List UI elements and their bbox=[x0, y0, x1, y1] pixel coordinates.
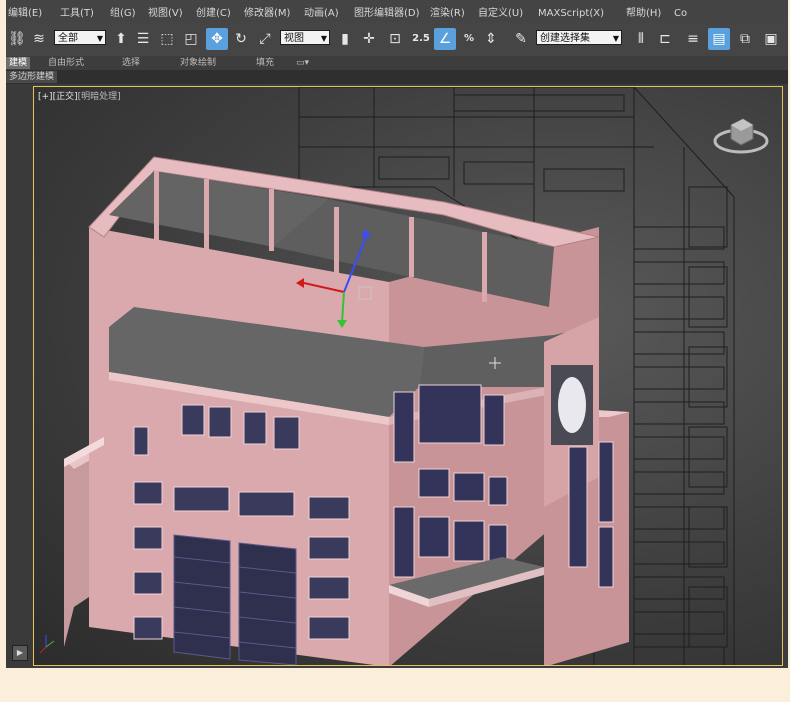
window-crossing-icon[interactable]: ◰ bbox=[180, 28, 202, 50]
select-move-icon[interactable]: ✥ bbox=[206, 28, 228, 50]
angle-snap-icon[interactable]: ∠ bbox=[434, 28, 456, 50]
chevron-down-icon: ▼ bbox=[612, 34, 619, 43]
menu-edit[interactable]: 编辑(E) bbox=[8, 8, 42, 20]
menu-help[interactable]: 帮助(H) bbox=[626, 8, 661, 20]
menu-views[interactable]: 视图(V) bbox=[148, 8, 183, 20]
menu-bar: 编辑(E) 工具(T) 组(G) 视图(V) 创建(C) 修改器(M) 动画(A… bbox=[6, 0, 788, 22]
orthographic-viewport[interactable]: [+][正交][明暗处理] bbox=[33, 86, 783, 666]
select-by-name-icon[interactable]: ☰ bbox=[132, 28, 154, 50]
ribbon-tabs: 建模 自由形式 选择 对象绘制 填充 ▭▾ bbox=[6, 56, 788, 70]
named-selection-dropdown[interactable]: 创建选择集 ▼ bbox=[536, 30, 622, 45]
view-cube-icon bbox=[713, 118, 769, 154]
tab-object-paint[interactable]: 对象绘制 bbox=[180, 57, 216, 69]
rotate-icon[interactable]: ↻ bbox=[230, 28, 252, 50]
menu-create[interactable]: 创建(C) bbox=[196, 8, 231, 20]
axis-tripod-icon bbox=[39, 635, 55, 654]
chevron-down-icon: ▼ bbox=[96, 34, 103, 43]
app-window: 编辑(E) 工具(T) 组(G) 视图(V) 创建(C) 修改器(M) 动画(A… bbox=[6, 0, 788, 668]
play-icon[interactable]: ▶ bbox=[12, 645, 28, 661]
tab-freeform[interactable]: 自由形式 bbox=[48, 57, 84, 69]
menu-graph-editors[interactable]: 图形编辑器(D) bbox=[354, 8, 420, 20]
polygon-modeling-label[interactable]: 多边形建模 bbox=[6, 71, 58, 83]
chevron-down-icon: ▼ bbox=[320, 34, 327, 43]
menu-customize[interactable]: 自定义(U) bbox=[478, 8, 523, 20]
menu-modifiers[interactable]: 修改器(M) bbox=[244, 8, 290, 20]
snap-toggle-icon[interactable]: 2.5 bbox=[410, 28, 432, 50]
viewport-shading-menu[interactable]: [明暗处理] bbox=[78, 92, 121, 102]
menu-group[interactable]: 组(G) bbox=[110, 8, 136, 20]
selection-region-icon[interactable]: ⬚ bbox=[156, 28, 178, 50]
link-icon[interactable]: ⛓ bbox=[6, 28, 28, 50]
viewport-label[interactable]: [+][正交][明暗处理] bbox=[38, 89, 121, 102]
ribbon-toggle-icon[interactable]: ▭▾ bbox=[296, 57, 309, 69]
percent-snap-icon[interactable]: % bbox=[458, 28, 480, 50]
menu-animation[interactable]: 动画(A) bbox=[304, 8, 339, 20]
menu-extra[interactable]: Co bbox=[674, 8, 687, 20]
menu-maxscript[interactable]: MAXScript(X) bbox=[538, 8, 604, 20]
building-model bbox=[64, 156, 629, 665]
scale-icon[interactable]: ⤢ bbox=[254, 28, 276, 50]
menu-rendering[interactable]: 渲染(R) bbox=[430, 8, 465, 20]
scene-explorer-icon[interactable]: ▤ bbox=[708, 28, 730, 50]
pivot-center-icon[interactable]: ▮ bbox=[334, 28, 356, 50]
left-edge-strip: ▶ bbox=[6, 84, 32, 668]
selection-filter-dropdown[interactable]: 全部 ▼ bbox=[54, 30, 106, 45]
tab-modeling[interactable]: 建模 bbox=[6, 57, 31, 69]
reference-coordinate-value: 视图 bbox=[284, 33, 304, 44]
selection-filter-value: 全部 bbox=[58, 33, 78, 44]
main-toolbar: ⛓ ≋ 全部 ▼ ⬆ ☰ ⬚ ◰ ✥ ↻ ⤢ 视图 ▼ ▮ ✛ ⊡ 2.5 ∠ … bbox=[6, 22, 788, 57]
layer-manager-icon[interactable]: ≡ bbox=[682, 28, 704, 50]
bind-space-warp-icon[interactable]: ≋ bbox=[28, 28, 50, 50]
ribbon-panel-bar: 多边形建模 bbox=[6, 70, 788, 84]
named-selection-value: 创建选择集 bbox=[540, 33, 590, 44]
tab-selection[interactable]: 选择 bbox=[122, 57, 140, 69]
select-manipulate-icon[interactable]: ✛ bbox=[358, 28, 380, 50]
viewport-plus-menu[interactable]: [+] bbox=[38, 92, 53, 102]
viewport-view-menu[interactable]: [正交] bbox=[53, 92, 78, 102]
select-object-icon[interactable]: ⬆ bbox=[110, 28, 132, 50]
curve-editor-icon[interactable]: ⧉ bbox=[734, 28, 756, 50]
mirror-icon[interactable]: ⫴ bbox=[630, 28, 652, 50]
align-icon[interactable]: ⊏ bbox=[654, 28, 676, 50]
edit-named-selection-icon[interactable]: ✎ bbox=[510, 28, 532, 50]
tab-populate[interactable]: 填充 bbox=[256, 57, 274, 69]
spinner-snap-icon[interactable]: ⇕ bbox=[480, 28, 502, 50]
menu-tools[interactable]: 工具(T) bbox=[60, 8, 94, 20]
reference-coordinate-dropdown[interactable]: 视图 ▼ bbox=[280, 30, 330, 45]
keyboard-shortcut-override-icon[interactable]: ⊡ bbox=[384, 28, 406, 50]
render-setup-icon[interactable]: ▣ bbox=[760, 28, 782, 50]
viewport-scene bbox=[39, 87, 769, 665]
